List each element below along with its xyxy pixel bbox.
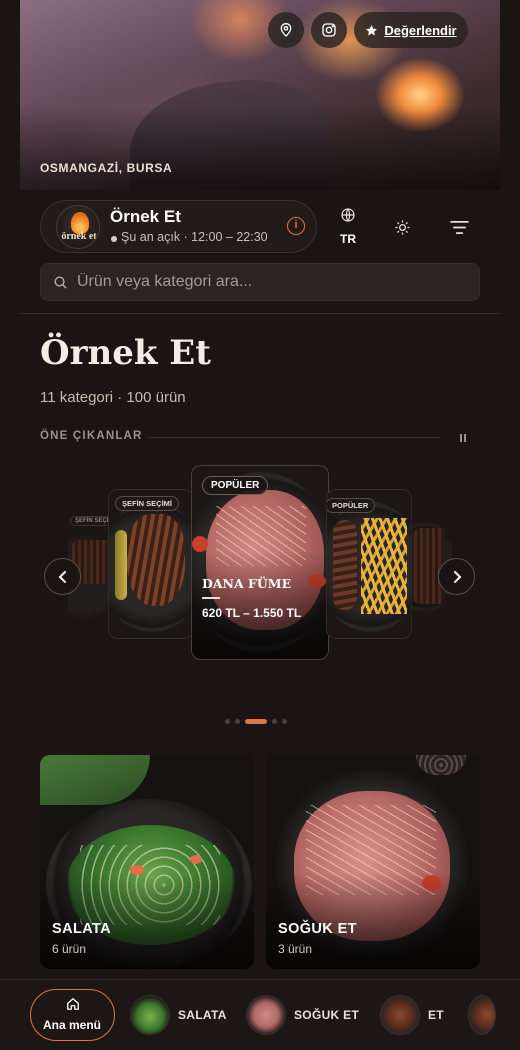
carousel-card-left[interactable]: ŞEFİN SEÇİMİ [108,489,194,639]
filter-button[interactable] [445,213,473,241]
instagram-icon [322,23,336,37]
language-code: TR [340,232,356,246]
category-count: 3 ürün [278,942,313,956]
category-card-soguk-et[interactable]: SOĞUK ET 3 ürün [266,755,480,969]
restaurant-logo: örnek et [56,205,100,249]
carousel-dot[interactable] [225,719,230,724]
carousel-prev-button[interactable] [44,558,81,595]
opening-hours: Şu an açık · 12:00 – 22:30 [121,230,268,244]
pause-icon [460,434,462,442]
salata-thumbnail [130,995,170,1035]
carousel-dot[interactable] [272,719,277,724]
carousel-badge: POPÜLER [327,498,376,513]
category-name: SOĞUK ET [278,921,357,937]
bottom-nav-label: SALATA [178,1008,227,1022]
open-status-dot [111,236,117,242]
rate-button[interactable]: Değerlendir [354,12,468,48]
home-label: Ana menü [42,1018,101,1032]
bottom-nav-item-more[interactable] [468,994,496,1036]
star-icon [366,24,378,35]
search-icon [54,276,67,289]
carousel-next-button[interactable] [438,558,475,595]
carousel-pause-button[interactable] [456,432,470,444]
bottom-nav-item-et[interactable]: ET [380,994,444,1036]
home-icon [67,998,79,1010]
featured-item-name: DANA FÜME [202,576,292,591]
location-label: OSMANGAZİ, BURSA [40,161,173,175]
et-thumbnail [380,995,420,1035]
map-pin-icon [280,23,292,37]
restaurant-name: Örnek Et [110,207,181,226]
menu-stats: 11 kategori · 100 ürün [40,389,186,406]
steak-image [127,514,185,606]
carousel-dot-active[interactable] [245,719,267,724]
carousel-pagination [225,719,287,724]
popular-badge: POPÜLER [202,476,269,495]
search-bar[interactable] [40,263,480,301]
map-pin-button[interactable] [268,12,304,48]
featured-divider [148,437,440,438]
more-thumbnail [468,995,496,1035]
bottom-nav-label: ET [428,1008,444,1022]
carousel-badge: ŞEFİN SEÇİMİ [115,496,180,511]
bottom-nav-label: SOĞUK ET [294,1008,360,1022]
home-menu-button[interactable]: Ana menü [30,989,115,1041]
category-count: 6 ürün [52,942,87,956]
steak-fries-image [333,520,357,610]
info-icon[interactable]: i [287,217,305,235]
logo-text: örnek et [61,231,97,242]
soguk-et-thumbnail [246,995,286,1035]
carousel-dot[interactable] [282,719,287,724]
chevron-left-icon [58,570,66,583]
theme-toggle-button[interactable] [388,213,416,241]
chevron-right-icon [453,570,461,583]
filter-icon [449,220,469,234]
menu-title: Örnek Et [40,333,211,373]
bottom-nav-item-soguk-et[interactable]: SOĞUK ET [246,994,359,1036]
language-selector[interactable]: TR [331,206,365,248]
instagram-button[interactable] [311,12,347,48]
category-name: SALATA [52,921,112,937]
category-card-salata[interactable]: SALATA 6 ürün [40,755,254,969]
carousel-dot[interactable] [235,719,240,724]
featured-item-price: 620 TL – 1.550 TL [202,606,302,620]
globe-icon [341,208,355,222]
sun-icon [394,219,410,235]
section-divider [20,313,500,314]
search-input[interactable] [77,264,467,300]
rate-label: Değerlendir [384,22,457,38]
featured-heading: ÖNE ÇIKANLAR [40,430,143,442]
carousel-card-right[interactable]: POPÜLER [326,489,412,639]
bottom-nav-item-salata[interactable]: SALATA [130,994,227,1036]
carousel-card-main[interactable]: POPÜLER DANA FÜME 620 TL – 1.550 TL [191,465,329,660]
